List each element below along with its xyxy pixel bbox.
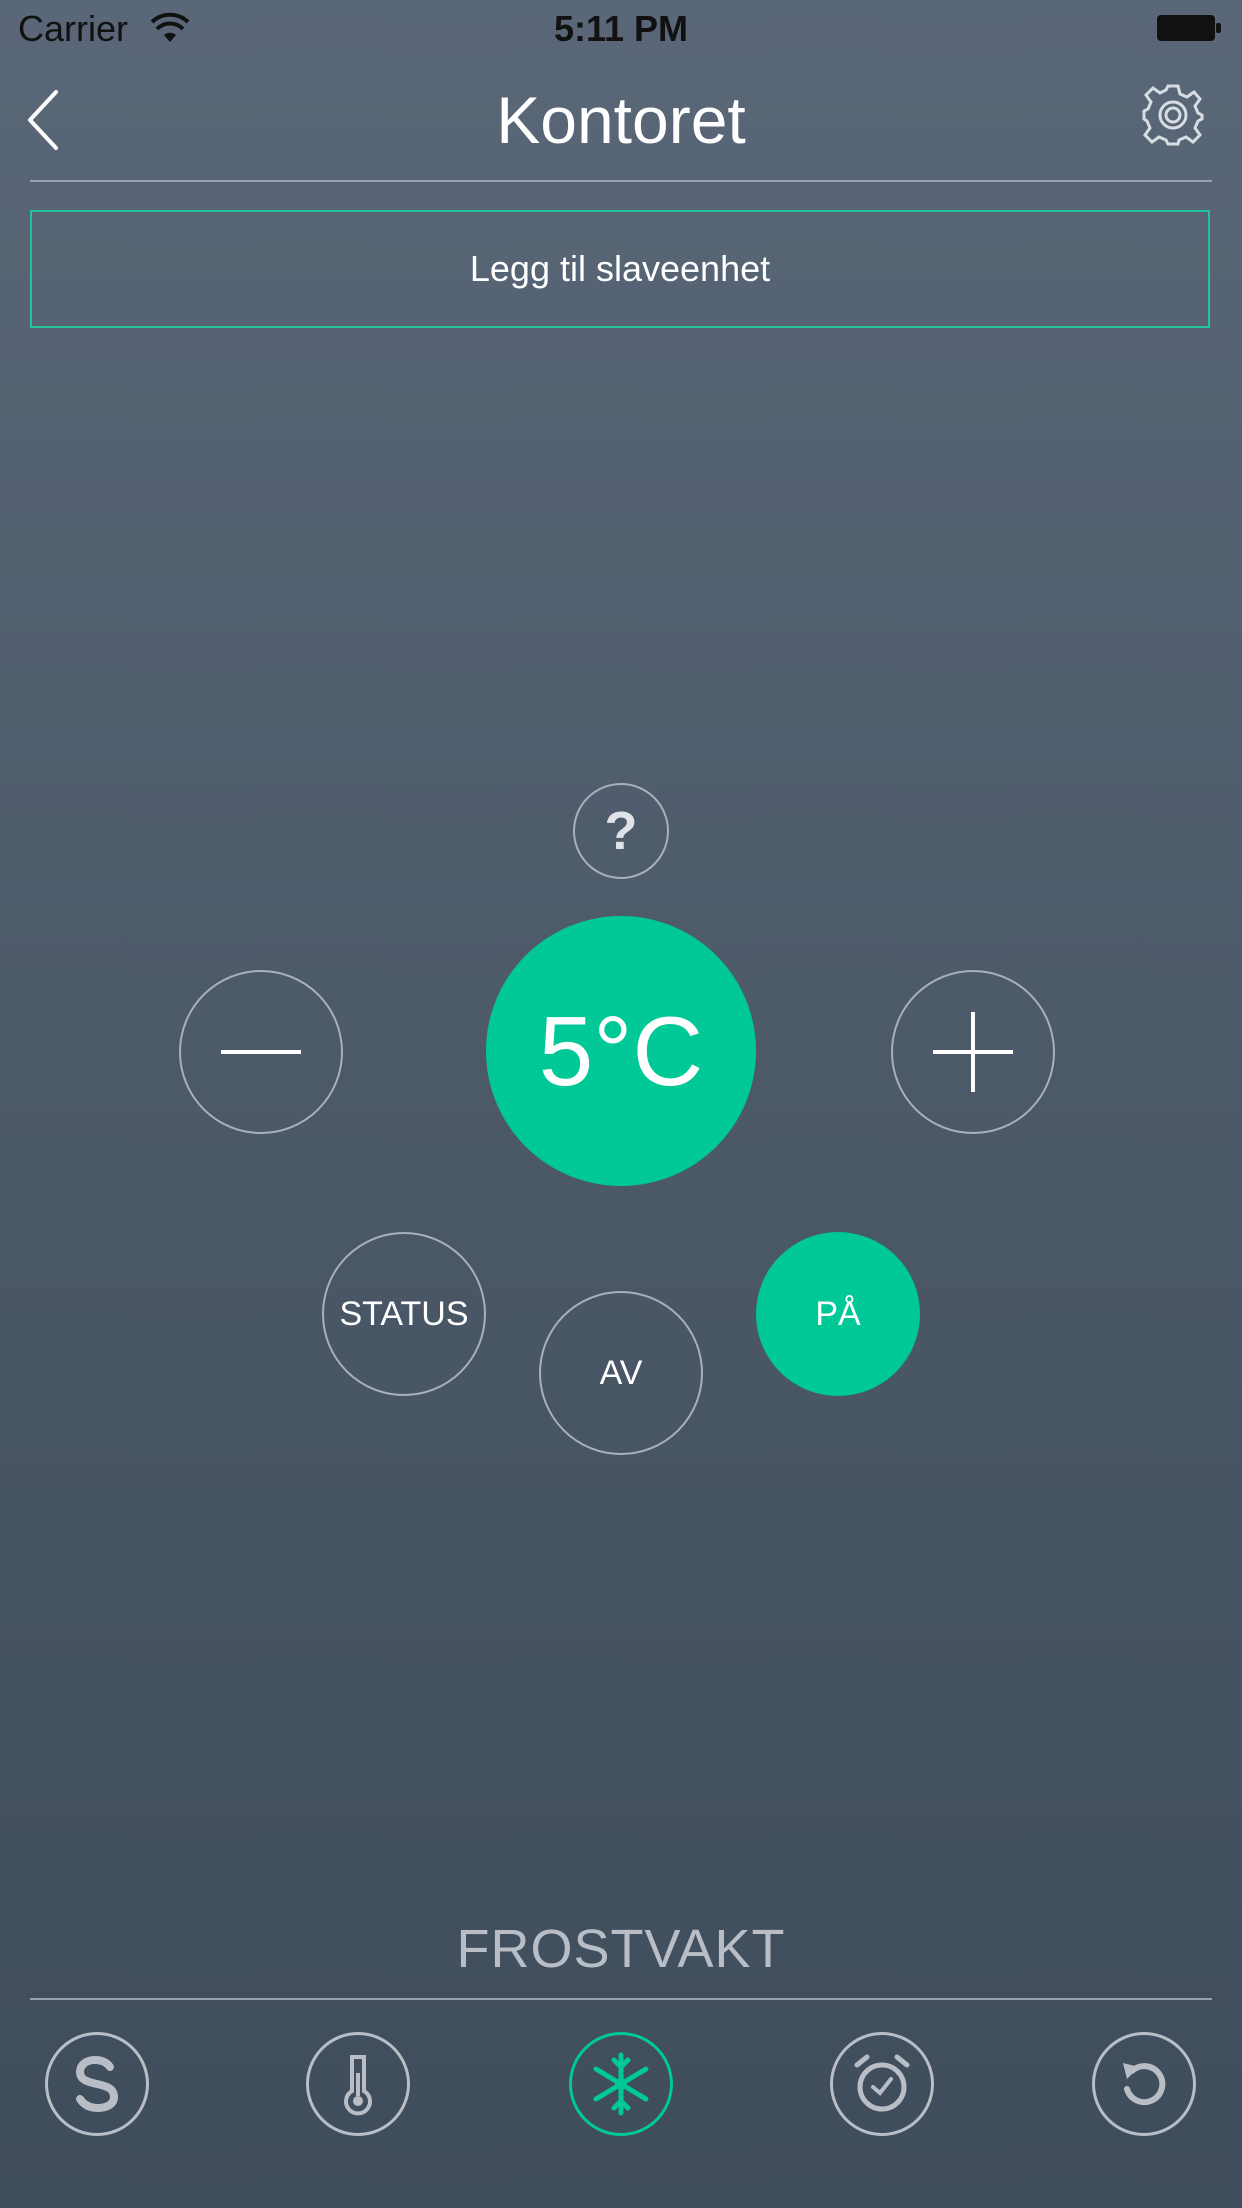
tabbar-divider bbox=[30, 1998, 1212, 2000]
thermometer-icon bbox=[344, 2055, 372, 2116]
refresh-icon bbox=[1123, 2063, 1166, 2106]
status-time: 5:11 PM bbox=[553, 8, 689, 49]
help-button[interactable]: ? bbox=[573, 783, 669, 879]
plus-icon bbox=[933, 1012, 1013, 1092]
temperature-display: 5°C bbox=[486, 916, 756, 1186]
decrease-temperature-button[interactable] bbox=[179, 970, 343, 1134]
tab-timer[interactable] bbox=[830, 2032, 934, 2136]
status-button[interactable]: STATUS bbox=[322, 1232, 486, 1396]
s-icon bbox=[75, 2055, 119, 2113]
gear-icon[interactable] bbox=[1140, 82, 1206, 148]
tab-s[interactable] bbox=[45, 2032, 149, 2136]
tab-thermometer[interactable] bbox=[306, 2032, 410, 2136]
increase-temperature-button[interactable] bbox=[891, 970, 1055, 1134]
minus-icon bbox=[221, 1050, 301, 1054]
page-title: Kontoret bbox=[496, 83, 746, 157]
mode-label: FROSTVAKT bbox=[456, 1919, 786, 1979]
add-slave-unit-button[interactable]: Legg til slaveenhet bbox=[30, 210, 1210, 328]
alarm-clock-icon bbox=[854, 2054, 910, 2112]
snowflake-icon bbox=[593, 2052, 649, 2116]
battery-icon bbox=[1157, 15, 1221, 41]
on-button[interactable]: PÅ bbox=[756, 1232, 920, 1396]
tab-frost[interactable] bbox=[569, 2032, 673, 2136]
off-button[interactable]: AV bbox=[539, 1291, 703, 1455]
header-divider bbox=[30, 180, 1212, 182]
status-bar: Carrier 5:11 PM bbox=[0, 0, 1242, 60]
tab-reset[interactable] bbox=[1092, 2032, 1196, 2136]
